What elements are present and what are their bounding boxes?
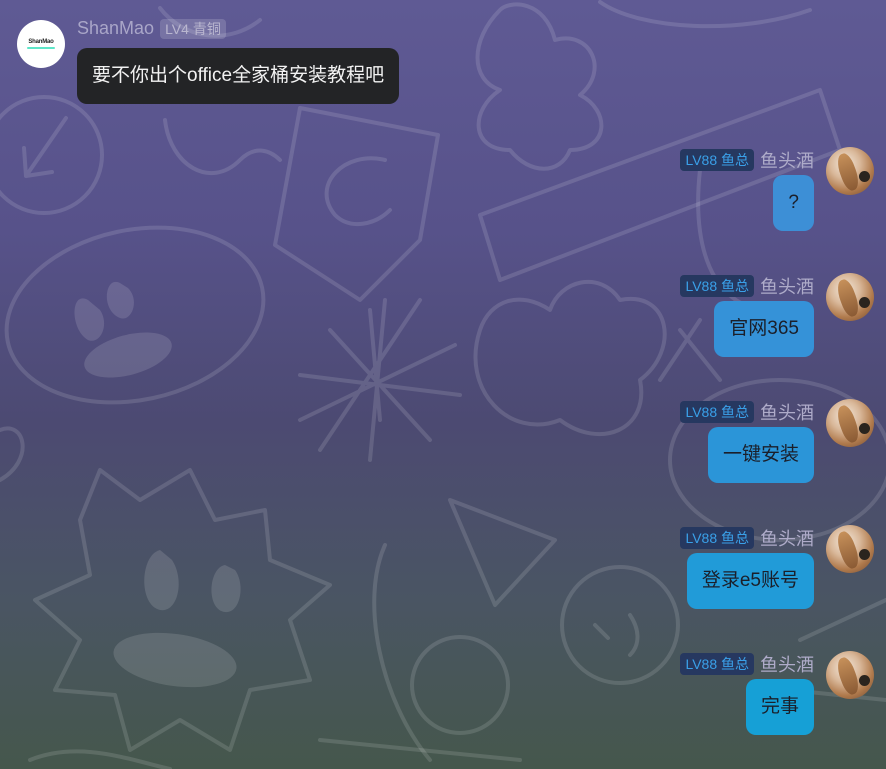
username[interactable]: 鱼头酒 (760, 147, 814, 173)
message-right: LV88 鱼总 鱼头酒 完事 (574, 651, 874, 741)
level-badge: LV88 鱼总 (680, 653, 754, 675)
message-header: ShanMao LV4 青铜 (77, 18, 226, 39)
message-bubble[interactable]: 一键安装 (707, 427, 814, 483)
level-badge: LV88 鱼总 (680, 275, 754, 297)
message-right: LV88 鱼总 鱼头酒 登录e5账号 (574, 525, 874, 615)
message-bubble[interactable]: 登录e5账号 (686, 553, 814, 609)
level-badge: LV88 鱼总 (680, 527, 754, 549)
message-header: LV88 鱼总 鱼头酒 (680, 147, 814, 173)
level-badge: LV4 青铜 (160, 18, 226, 39)
message-header: LV88 鱼总 鱼头酒 (680, 651, 814, 677)
avatar[interactable] (826, 525, 874, 573)
avatar-dot (859, 423, 870, 434)
username[interactable]: 鱼头酒 (760, 399, 814, 425)
message-right: LV88 鱼总 鱼头酒 官网365 (574, 273, 874, 363)
message-bubble[interactable]: ? (773, 175, 814, 231)
avatar-hair (833, 529, 863, 571)
level-badge: LV88 鱼总 (680, 149, 754, 171)
message-header: LV88 鱼总 鱼头酒 (680, 525, 814, 551)
avatar-hair (833, 277, 863, 319)
username[interactable]: 鱼头酒 (760, 525, 814, 551)
avatar-logo-text: ShanMao (28, 39, 54, 45)
username[interactable]: 鱼头酒 (760, 651, 814, 677)
avatar-hair (833, 403, 863, 445)
level-badge: LV88 鱼总 (680, 401, 754, 423)
avatar-dot (859, 297, 870, 308)
message-header: LV88 鱼总 鱼头酒 (680, 273, 814, 299)
avatar-dot (859, 675, 870, 686)
message-bubble[interactable]: 官网365 (714, 301, 814, 357)
username[interactable]: ShanMao (77, 18, 154, 39)
message-header: LV88 鱼总 鱼头酒 (680, 399, 814, 425)
avatar[interactable]: ShanMao (17, 20, 65, 68)
message-right: LV88 鱼总 鱼头酒 一键安装 (574, 399, 874, 489)
message-bubble[interactable]: 完事 (745, 679, 814, 735)
message-bubble[interactable]: 要不你出个office全家桶安装教程吧 (77, 48, 400, 104)
avatar-hair (833, 655, 863, 697)
avatar-dot (859, 549, 870, 560)
avatar-hair (833, 151, 863, 193)
username[interactable]: 鱼头酒 (760, 273, 814, 299)
avatar[interactable] (826, 273, 874, 321)
avatar-dot (859, 171, 870, 182)
avatar-logo-underline (27, 47, 55, 49)
avatar[interactable] (826, 651, 874, 699)
avatar[interactable] (826, 147, 874, 195)
message-right: LV88 鱼总 鱼头酒 ? (574, 147, 874, 237)
avatar[interactable] (826, 399, 874, 447)
